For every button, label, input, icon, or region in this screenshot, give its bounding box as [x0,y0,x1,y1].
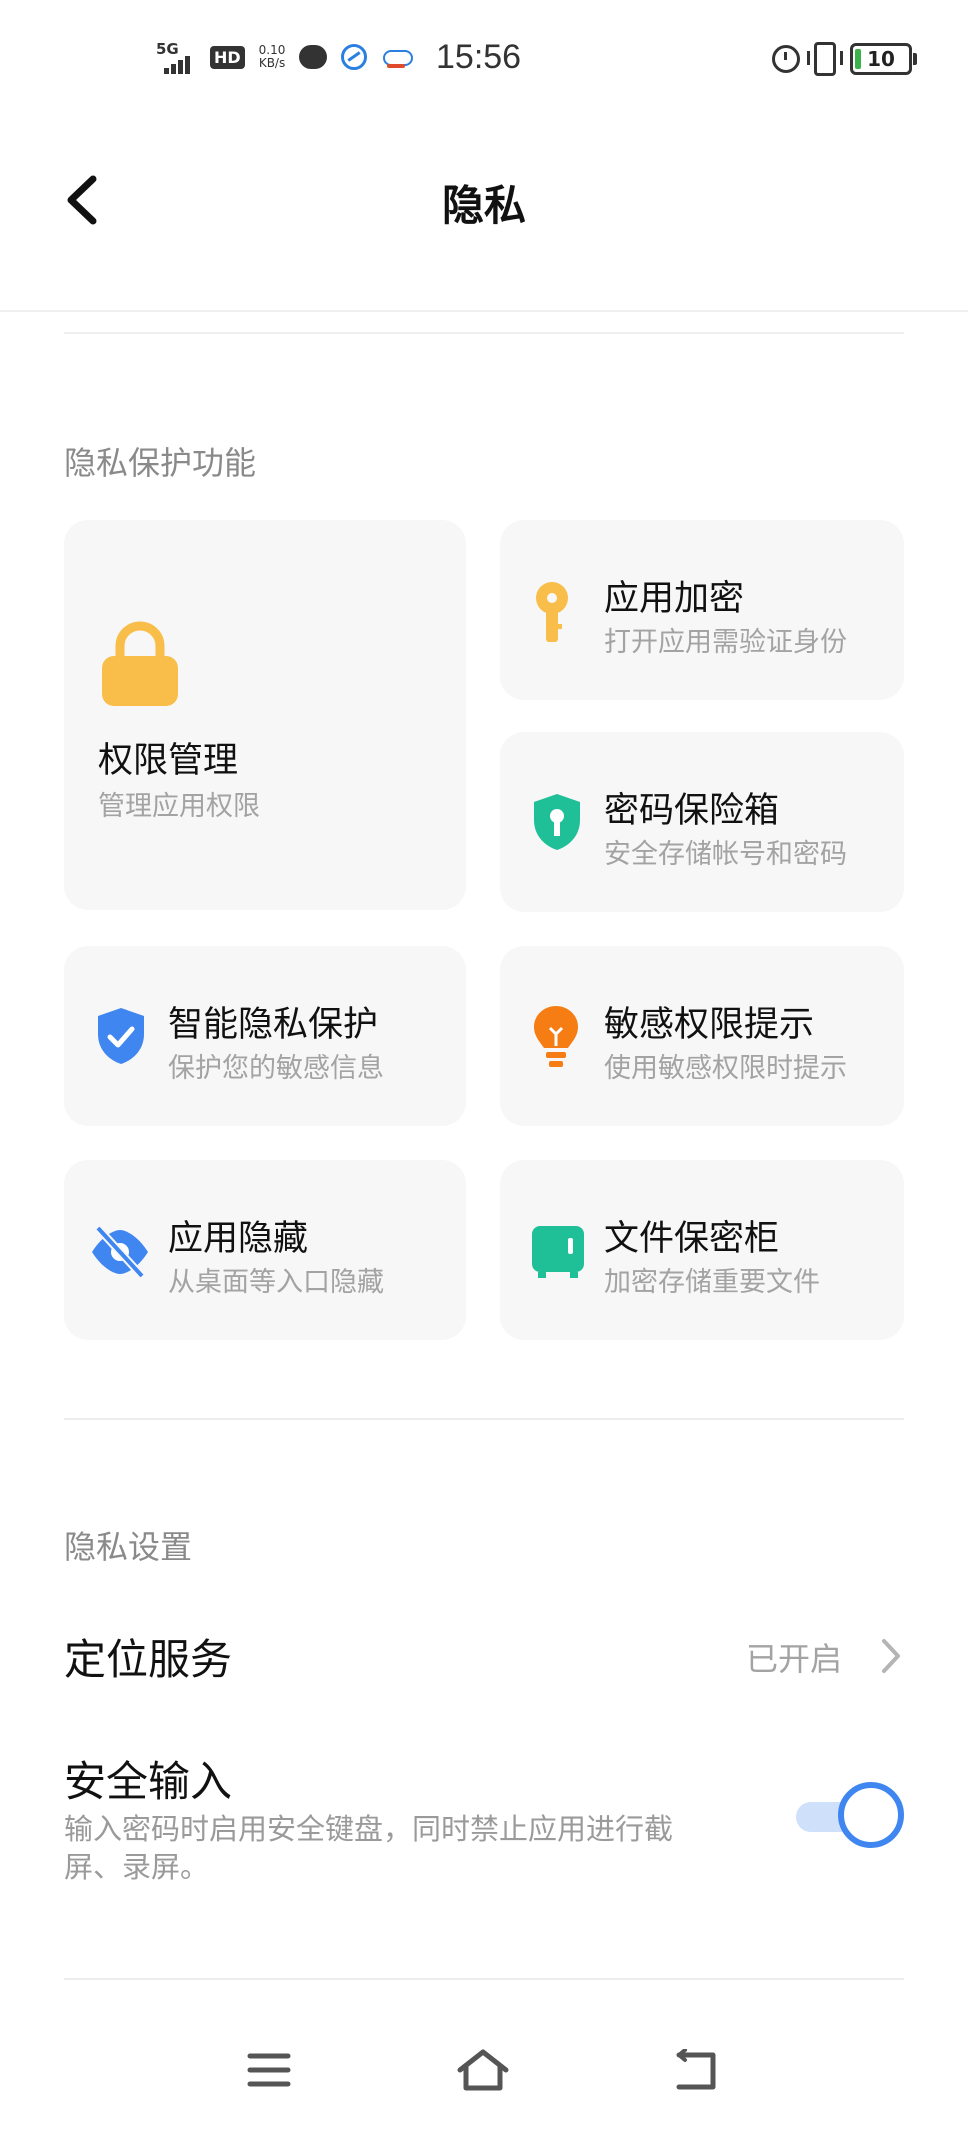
menu-icon [247,2053,291,2087]
location-service-row[interactable]: 定位服务 已开启 [0,1600,968,1710]
chevron-right-icon [882,1639,900,1673]
card-subtitle: 加密存储重要文件 [604,1267,820,1298]
status-time: 15:56 [436,38,522,76]
card-app-hide[interactable]: 应用隐藏 从桌面等入口隐藏 [64,1160,466,1340]
section-divider [64,1418,904,1420]
card-file-safe[interactable]: 文件保密柜 加密存储重要文件 [500,1160,904,1340]
bottom-divider [64,1978,904,1980]
card-title: 文件保密柜 [604,1219,780,1259]
secure-input-title: 安全输入 [64,1757,233,1806]
card-title: 应用隐藏 [168,1219,309,1259]
section-label-privacy-features: 隐私保护功能 [64,444,257,482]
shield-key-icon [534,794,580,850]
home-icon [457,2049,509,2091]
card-title: 权限管理 [98,741,239,781]
card-sensitive-permission[interactable]: 敏感权限提示 使用敏感权限时提示 [500,946,904,1126]
card-subtitle: 管理应用权限 [98,791,260,822]
secure-input-description: 输入密码时启用安全键盘，同时禁止应用进行截屏、录屏。 [64,1812,674,1884]
toggle-knob [838,1782,904,1848]
back-nav-icon [676,2049,716,2090]
cloud-app-icon [381,46,414,68]
status-bar: 5G HD 0.10 KB/s 15:56 10 [0,0,968,120]
message-icon [299,45,328,69]
menu-nav-button[interactable] [234,2040,304,2100]
vibrate-icon [807,42,843,76]
safe-icon [532,1226,584,1278]
section-label-privacy-settings: 隐私设置 [64,1528,193,1566]
bulb-icon [534,1006,578,1067]
signal-icon: 5G [156,40,196,74]
card-subtitle: 保护您的敏感信息 [168,1053,384,1084]
card-password-vault[interactable]: 密码保险箱 安全存储帐号和密码 [500,732,904,912]
secure-input-toggle[interactable] [796,1782,904,1848]
header-divider [0,310,968,312]
lock-icon [102,621,178,706]
card-subtitle: 使用敏感权限时提示 [604,1053,847,1084]
card-title: 敏感权限提示 [604,1005,815,1045]
card-permission-management[interactable]: 权限管理 管理应用权限 [64,520,466,910]
location-service-status: 已开启 [746,1640,843,1678]
card-subtitle: 打开应用需验证身份 [604,627,847,658]
card-subtitle: 从桌面等入口隐藏 [168,1267,384,1298]
card-smart-privacy[interactable]: 智能隐私保护 保护您的敏感信息 [64,946,466,1126]
page-title: 隐私 [441,181,526,230]
net-speed-unit: KB/s [258,56,286,70]
status-right-icons: 10 [772,42,917,76]
battery-level: 10 [867,47,895,71]
shield-check-icon [98,1008,144,1064]
location-service-title: 定位服务 [64,1635,233,1684]
home-nav-button[interactable] [448,2040,518,2100]
eye-off-icon [92,1225,148,1279]
hd-badge: HD [210,45,245,69]
card-app-encryption[interactable]: 应用加密 打开应用需验证身份 [500,520,904,700]
top-divider [64,332,904,334]
card-subtitle: 安全存储帐号和密码 [604,839,847,870]
back-nav-button[interactable] [662,2040,732,2100]
battery-icon: 10 [850,43,917,75]
app-notification-icon [341,44,368,70]
status-left-icons: 5G HD 0.10 KB/s [156,40,414,74]
card-title: 智能隐私保护 [168,1005,379,1045]
net-speed: 0.10 KB/s [259,44,286,70]
alarm-icon [772,45,800,73]
card-title: 应用加密 [604,579,745,619]
card-title: 密码保险箱 [604,791,780,831]
key-icon [536,582,568,642]
